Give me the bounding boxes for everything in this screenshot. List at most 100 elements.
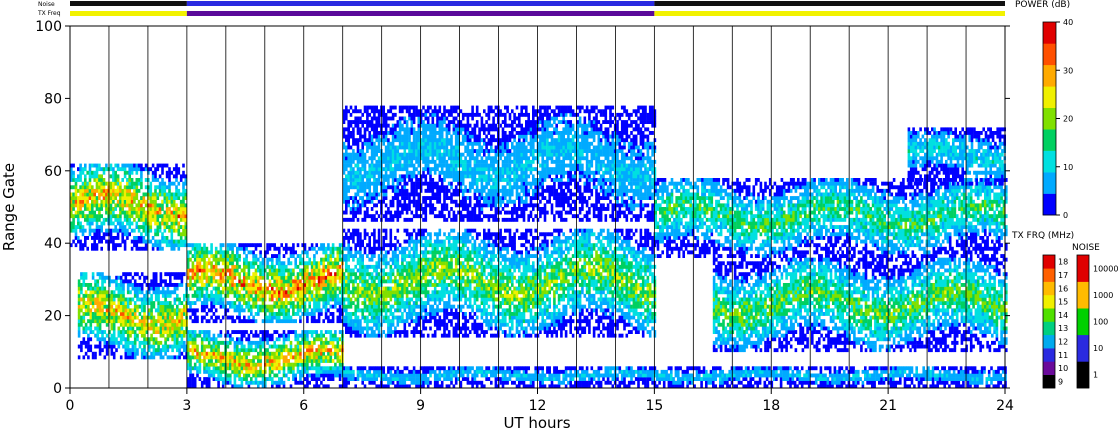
echo-cell-693 xyxy=(163,199,167,204)
echo-cell-2344 xyxy=(287,308,290,313)
echo-cell-267 xyxy=(105,188,108,193)
echo-cell-1242 xyxy=(131,355,135,360)
echo-cell-4550 xyxy=(454,326,458,331)
echo-cell-1264 xyxy=(133,333,137,338)
echo-cell-824 xyxy=(182,210,185,215)
echo-cell-2955 xyxy=(229,333,232,338)
echo-cell-2002 xyxy=(238,315,241,320)
echo-cell-233 xyxy=(100,207,103,211)
echo-cell-2539 xyxy=(315,286,318,291)
echo-cell-4555 xyxy=(454,297,458,302)
echo-cell-3856 xyxy=(377,272,381,277)
echo-cell-4443 xyxy=(443,315,446,320)
echo-cell-4038 xyxy=(398,279,402,284)
echo-cell-2046 xyxy=(243,246,246,251)
echo-cell-966 xyxy=(94,333,97,338)
echo-cell-2809 xyxy=(200,348,204,353)
echo-cell-3607 xyxy=(352,286,355,291)
echo-cell-318 xyxy=(112,196,115,200)
echo-cell-542 xyxy=(142,210,146,215)
echo-cell-3010 xyxy=(240,362,244,367)
echo-cell-1828 xyxy=(210,254,213,258)
echo-cell-687 xyxy=(163,228,167,233)
echo-cell-758 xyxy=(172,217,176,222)
echo-cell-2826 xyxy=(203,330,206,334)
echo-cell-3058 xyxy=(250,366,253,371)
echo-cell-1893 xyxy=(221,304,225,309)
echo-cell-1840 xyxy=(212,275,216,280)
echo-cell-929 xyxy=(87,297,90,302)
echo-cell-1166 xyxy=(122,337,125,342)
echo-cell-327 xyxy=(114,246,117,251)
echo-cell-3114 xyxy=(261,373,265,378)
echo-cell-3023 xyxy=(243,359,246,363)
echo-cell-664 xyxy=(158,181,162,186)
echo-cell-1810 xyxy=(207,268,211,273)
echo-cell-3052 xyxy=(247,340,251,345)
echo-cell-742 xyxy=(170,221,174,226)
echo-cell-2761 xyxy=(189,330,192,334)
echo-cell-4171 xyxy=(412,246,416,251)
echo-cell-951 xyxy=(91,330,95,334)
echo-cell-3272 xyxy=(294,330,297,334)
echo-cell-2304 xyxy=(280,261,283,266)
echo-cell-443 xyxy=(128,178,131,182)
echo-cell-2288 xyxy=(278,246,281,251)
echo-cell-904 xyxy=(84,340,88,345)
echo-cell-338 xyxy=(114,188,117,193)
echo-cell-1580 xyxy=(176,322,179,327)
echo-cell-1823 xyxy=(210,275,213,280)
echo-cell-2846 xyxy=(207,359,211,363)
echo-cell-2343 xyxy=(287,312,290,316)
echo-cell-633 xyxy=(156,246,160,251)
echo-cell-2857 xyxy=(210,359,213,363)
echo-cell-643 xyxy=(156,207,160,211)
echo-cell-1181 xyxy=(122,283,125,287)
echo-cell-830 xyxy=(182,188,185,193)
echo-cell-1049 xyxy=(103,279,107,284)
echo-cell-4063 xyxy=(401,250,404,255)
echo-cell-4417 xyxy=(438,228,442,233)
echo-cell-1111 xyxy=(112,308,116,313)
echo-cell-1660 xyxy=(186,297,190,302)
echo-cell-1971 xyxy=(233,308,237,313)
echo-cell-3209 xyxy=(280,344,283,349)
echo-cell-4615 xyxy=(461,326,465,331)
echo-cell-4768 xyxy=(478,290,481,295)
echo-cell-1110 xyxy=(112,312,116,316)
echo-cell-1927 xyxy=(226,279,230,284)
echo-cell-4598 xyxy=(459,297,463,302)
echo-cell-4767 xyxy=(478,293,481,298)
echo-cell-1247 xyxy=(131,330,135,334)
echo-cell-1472 xyxy=(161,315,165,320)
echo-cell-3971 xyxy=(391,304,395,309)
echo-cell-1156 xyxy=(119,304,123,309)
echo-cell-2916 xyxy=(221,359,225,363)
echo-cell-4712 xyxy=(471,257,474,262)
echo-cell-389 xyxy=(121,188,124,193)
echo-cell-2829 xyxy=(205,377,209,381)
echo-cell-608 xyxy=(151,196,155,200)
echo-cell-1045 xyxy=(103,297,107,302)
echo-cell-2863 xyxy=(212,377,216,381)
echo-cell-2269 xyxy=(278,315,281,320)
echo-cell-1014 xyxy=(98,286,102,291)
echo-cell-1300 xyxy=(138,304,142,309)
echo-cell-4508 xyxy=(450,322,453,327)
echo-cell-2004 xyxy=(238,308,241,313)
echo-cell-1093 xyxy=(110,304,114,309)
echo-cell-487 xyxy=(135,210,139,215)
echo-cell-4350 xyxy=(433,333,437,338)
echo-cell-1160 xyxy=(119,290,123,295)
echo-cell-3170 xyxy=(273,366,276,371)
echo-cell-2873 xyxy=(212,337,216,342)
echo-cell-2960 xyxy=(231,359,234,363)
echo-cell-2535 xyxy=(315,301,318,305)
echo-cell-3047 xyxy=(247,362,251,367)
echo-cell-4635 xyxy=(464,333,467,338)
echo-cell-495 xyxy=(135,178,139,182)
echo-cell-3286 xyxy=(299,377,302,381)
echo-cell-1397 xyxy=(152,337,156,342)
echo-cell-3896 xyxy=(382,257,385,262)
echo-cell-619 xyxy=(154,217,157,222)
